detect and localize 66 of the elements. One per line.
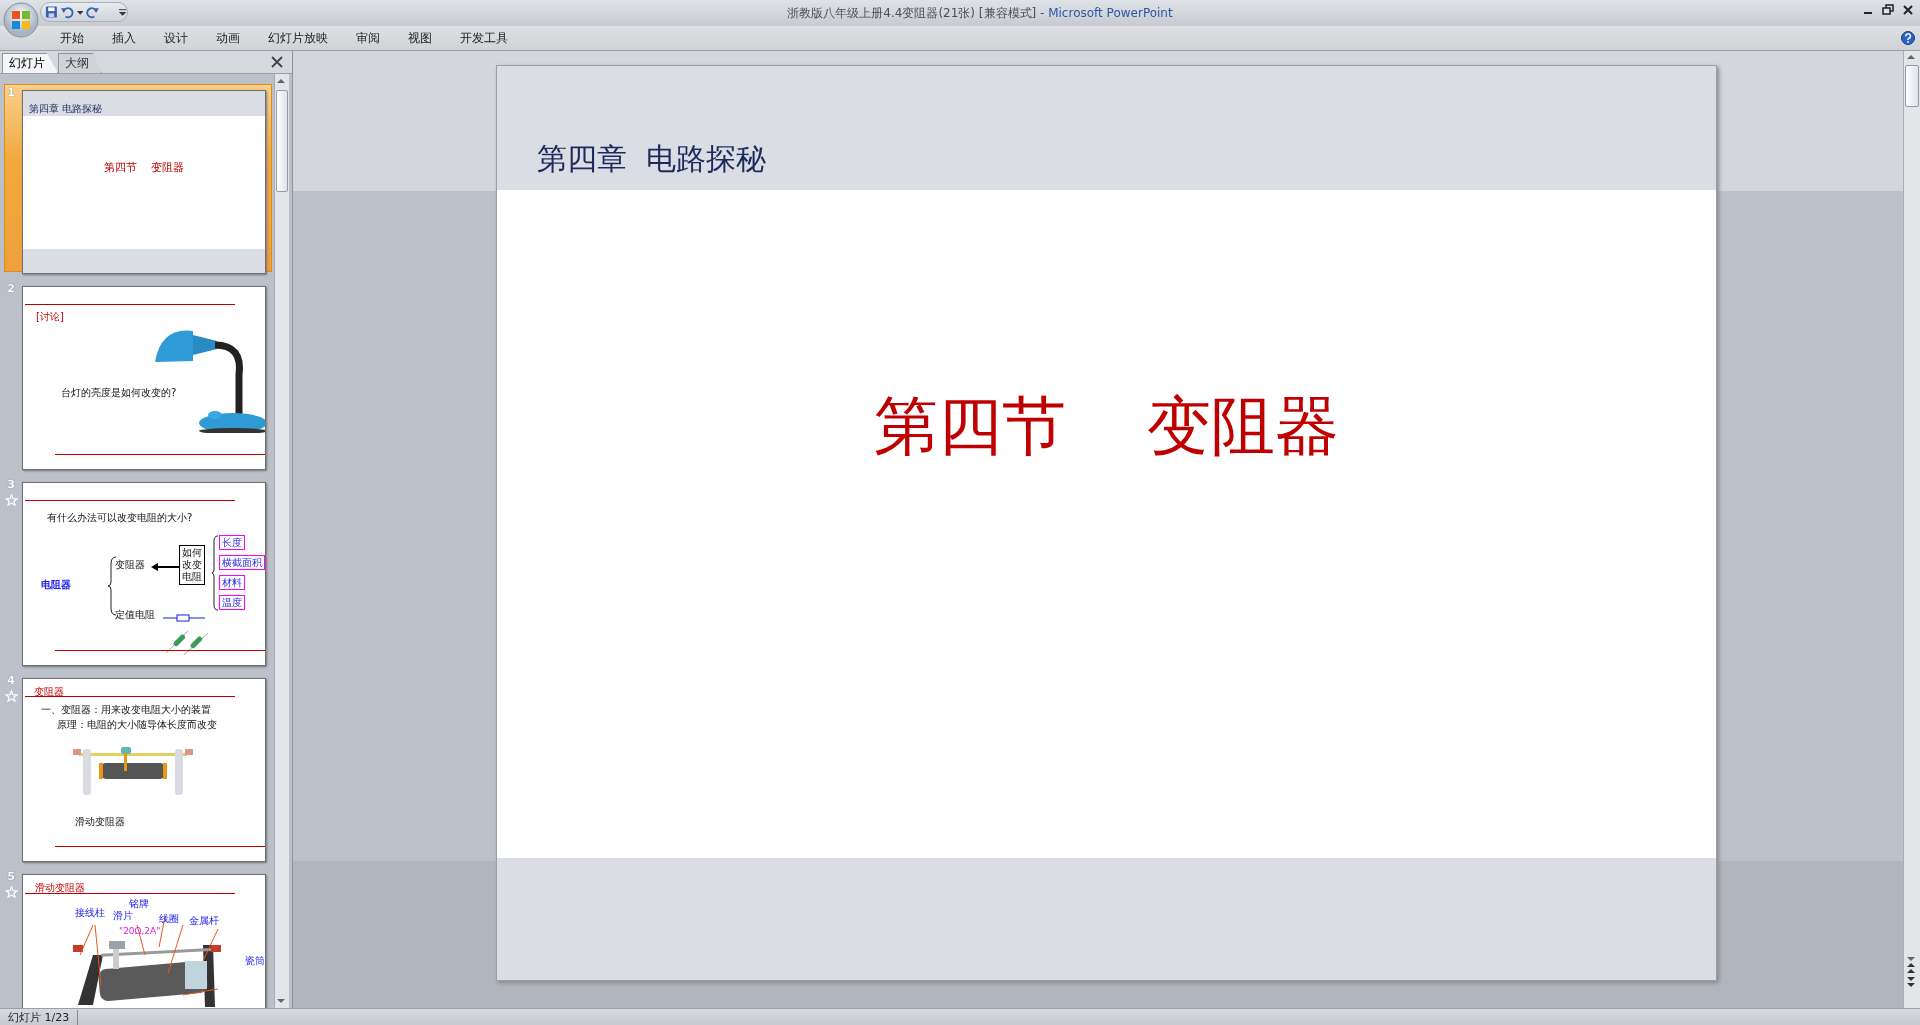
pane-tab[interactable]: 幻灯片 xyxy=(2,53,58,73)
help-icon[interactable] xyxy=(1901,31,1915,45)
brace-icon xyxy=(211,535,219,611)
factor-label: 横截面积 xyxy=(219,555,265,570)
rating-label: "20Ω,2A" xyxy=(119,927,161,937)
slide-header-text: 第四章 电路探秘 xyxy=(29,103,103,114)
slide-number: 2 xyxy=(7,282,15,295)
slide-counter: 幻灯片 1/23 xyxy=(0,1009,79,1025)
slide-number: 3 xyxy=(7,478,15,491)
slide-thumbnail[interactable]: 变阻器 一、变阻器：用来改变电阻大小的装置 原理：电阻的大小随导体长度而改变 滑动变阻器 xyxy=(22,678,266,862)
branch-label: 定值电阻 xyxy=(115,609,155,620)
close-icon[interactable] xyxy=(1902,4,1914,16)
undo-icon[interactable] xyxy=(60,5,74,19)
callout-label: 接线柱 xyxy=(75,907,105,918)
slide-text: 原理：电阻的大小随导体长度而改变 xyxy=(57,719,217,730)
slide-text: [讨论] xyxy=(36,311,64,322)
center-box: 如何 改变 电阻 xyxy=(179,545,205,585)
window-title: 浙教版八年级上册4.4变阻器(21张) [兼容模式] - Microsoft PowerPoint xyxy=(786,5,1174,22)
slide-thumbnail[interactable]: [讨论] 台灯的亮度是如何改变的? xyxy=(22,286,266,470)
factor-label: 长度 xyxy=(219,535,245,550)
slide-text: 有什么办法可以改变电阻的大小? xyxy=(47,512,193,523)
ribbon-tab[interactable]: 插入 xyxy=(98,27,150,49)
ribbon-tab[interactable]: 设计 xyxy=(150,27,202,49)
slide-title: 第四节 变阻器 xyxy=(873,388,1340,465)
callout-label: 铭牌 xyxy=(129,898,149,909)
slide-text: 滑动变阻器 xyxy=(35,882,85,893)
slide-thumbnail[interactable]: 第四章 电路探秘 第四节 变阻器 xyxy=(22,90,266,274)
ribbon-tab[interactable]: 审阅 xyxy=(342,27,394,49)
scroll-down-icon[interactable] xyxy=(275,996,287,1006)
scrollbar-thumb[interactable] xyxy=(276,90,288,192)
slide-number: 4 xyxy=(7,674,15,687)
callout-label: 金属杆 xyxy=(189,915,219,926)
ribbon-tab[interactable]: 动画 xyxy=(202,27,254,49)
ribbon-tab[interactable]: 视图 xyxy=(394,27,446,49)
restore-icon[interactable] xyxy=(1882,4,1894,16)
branch-label: 变阻器 xyxy=(115,559,145,570)
slide-number: 5 xyxy=(7,870,15,883)
ribbon-tab[interactable]: 幻灯片放映 xyxy=(254,27,342,49)
slide-text: 台灯的亮度是如何改变的? xyxy=(61,387,177,398)
factor-label: 材料 xyxy=(219,575,245,590)
vertical-scrollbar[interactable] xyxy=(1903,51,1920,1008)
slide-header-text: 第四章 电路探秘 xyxy=(537,140,767,178)
close-icon[interactable] xyxy=(270,55,284,69)
slide-text: 一、变阻器：用来改变电阻大小的装置 xyxy=(41,704,211,715)
callout-label: 滑片 xyxy=(113,910,133,921)
vertical-scrollbar[interactable] xyxy=(274,74,289,1008)
slide-number: 1 xyxy=(7,86,15,99)
callout-label: 线圈 xyxy=(159,913,179,924)
pane-tab[interactable]: 大纲 xyxy=(58,53,102,73)
ribbon-tab[interactable]: 开始 xyxy=(46,27,98,49)
scroll-up-icon[interactable] xyxy=(275,76,287,86)
slide-thumbnail[interactable]: 有什么办法可以改变电阻的大小? 电阻器 变阻器 定值电阻 如何 改变 电阻 长度 横截面积 材料 温度 xyxy=(22,482,266,666)
scrollbar-thumb[interactable] xyxy=(1905,65,1919,107)
factor-label: 温度 xyxy=(219,595,245,610)
resistor-symbol-icon xyxy=(163,614,205,622)
callout-label: 瓷筒 xyxy=(245,955,265,966)
brace-icon xyxy=(107,556,117,616)
slide-thumbnail[interactable]: 滑动变阻器 接线柱 铭牌 滑片 线圈 金属杆 瓷筒 "20Ω,2A" xyxy=(22,874,266,1008)
ribbon-tab[interactable]: 开发工具 xyxy=(446,27,522,49)
save-icon[interactable] xyxy=(45,5,58,19)
redo-icon[interactable] xyxy=(86,5,99,19)
slide-text: 变阻器 xyxy=(34,686,64,697)
root-label: 电阻器 xyxy=(41,579,71,590)
arrow-icon xyxy=(151,563,179,571)
slide-text: 滑动变阻器 xyxy=(75,816,125,827)
slide-title: 第四节 变阻器 xyxy=(103,162,185,175)
